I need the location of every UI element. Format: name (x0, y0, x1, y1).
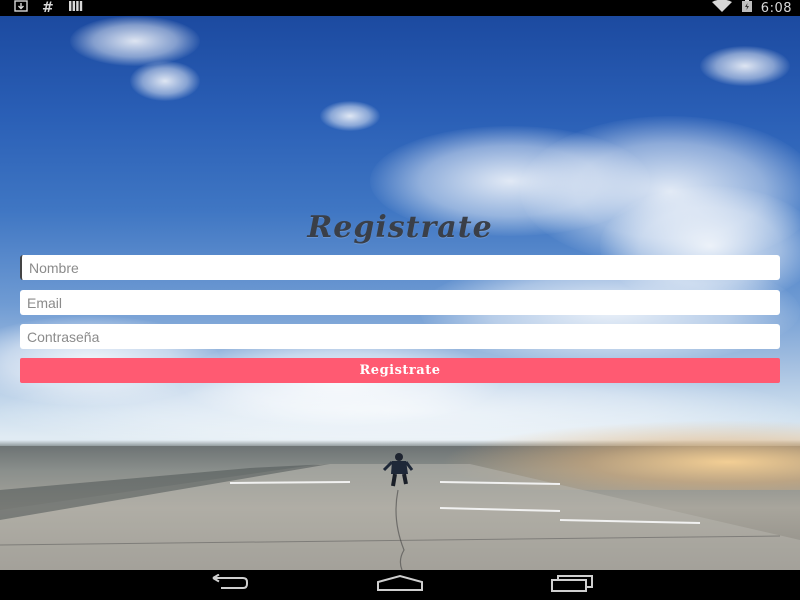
hash-icon: # (42, 0, 54, 16)
back-icon (207, 573, 251, 597)
wifi-icon (711, 0, 733, 17)
home-icon (375, 574, 425, 597)
signal-bars-icon (68, 0, 84, 17)
home-button[interactable] (370, 573, 430, 597)
back-button[interactable] (199, 573, 259, 597)
app-screen: # 6:08 Registrate Nombre Email Registrat… (0, 0, 800, 600)
page-title: Registrate (307, 210, 493, 245)
password-field[interactable] (20, 324, 780, 349)
recents-button[interactable] (542, 573, 602, 597)
register-button[interactable]: Registrate (20, 358, 780, 383)
battery-icon (741, 0, 753, 17)
runway-illustration (0, 453, 800, 570)
status-left-icons: # (0, 0, 84, 17)
recents-icon (548, 574, 596, 597)
status-clock: 6:08 (760, 0, 792, 16)
download-icon (14, 0, 28, 17)
name-field[interactable] (20, 255, 780, 280)
email-field[interactable] (20, 290, 780, 315)
navigation-bar (0, 570, 800, 600)
status-right-icons: 6:08 (711, 0, 800, 17)
status-bar: # 6:08 (0, 0, 800, 16)
